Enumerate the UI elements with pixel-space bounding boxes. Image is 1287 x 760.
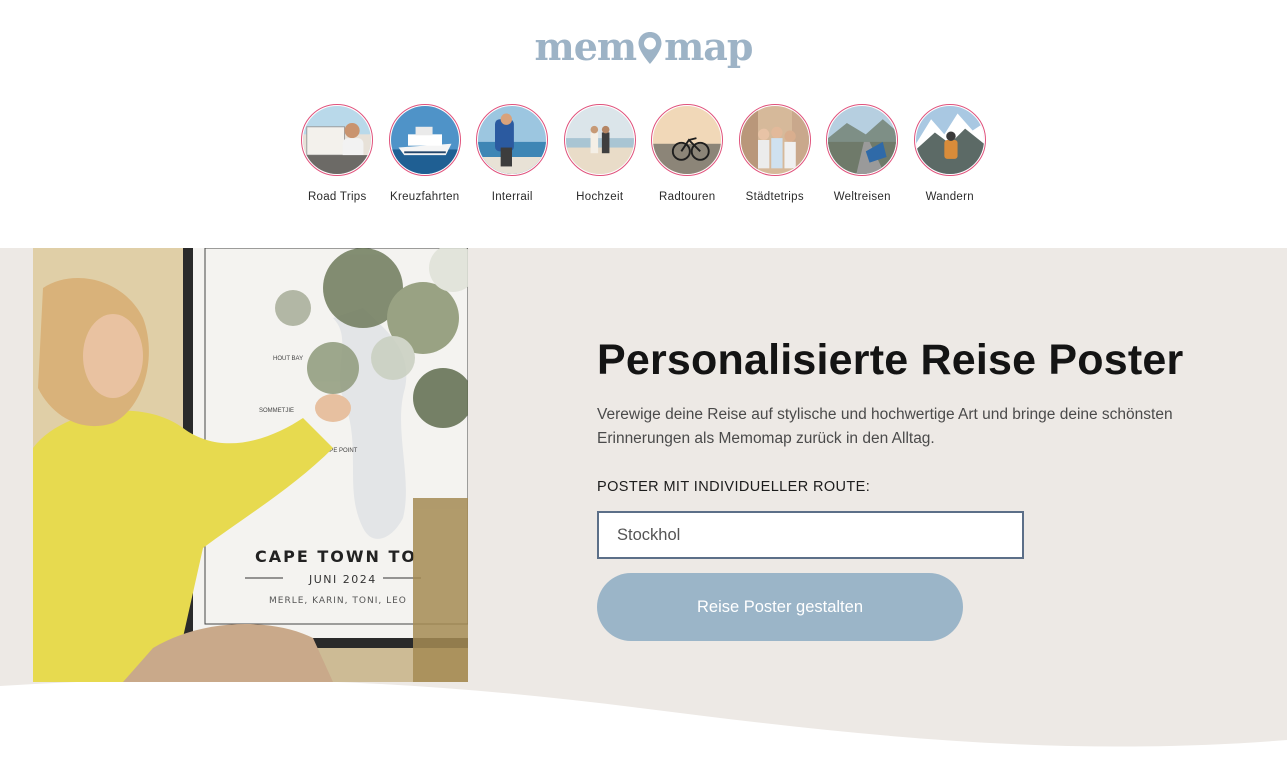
bike-photo-icon xyxy=(651,104,724,176)
road-trip-photo-icon xyxy=(301,104,374,176)
map-label-sommetjie: SOMMETJIE xyxy=(259,408,294,414)
category-label: Kreuzfahrten xyxy=(390,191,460,203)
wave-divider xyxy=(0,679,1287,760)
poster-names: MERLE, KARIN, TONI, LEO xyxy=(269,596,407,606)
category-label: Road Trips xyxy=(307,191,367,203)
category-staedtetrips[interactable]: Städtetrips xyxy=(737,104,812,203)
category-label: Städtetrips xyxy=(745,191,804,203)
logo-wordmark: mem map xyxy=(534,24,754,69)
world-travel-photo-icon xyxy=(826,104,899,176)
category-interrail[interactable]: Interrail xyxy=(475,104,550,203)
category-wandern[interactable]: Wandern xyxy=(912,104,987,203)
category-label: Hochzeit xyxy=(576,191,624,203)
hero-description: Verewige deine Reise auf stylische und h… xyxy=(597,406,1173,447)
memomap-logo[interactable]: mem map xyxy=(0,22,1287,72)
category-label: Radtouren xyxy=(659,191,716,203)
hiking-photo-icon xyxy=(913,104,986,176)
category-label: Interrail xyxy=(491,191,533,203)
category-radtouren[interactable]: Radtouren xyxy=(650,104,725,203)
interrail-photo-icon xyxy=(476,104,549,176)
route-input-label: POSTER MIT INDIVIDUELLER ROUTE: xyxy=(597,479,871,495)
city-trip-photo-icon xyxy=(738,104,811,176)
category-road-trips[interactable]: Road Trips xyxy=(300,104,375,203)
route-input[interactable] xyxy=(597,511,1024,559)
hero-photo: HOUT BAY SOMMETJIE CAPE POINT CAPE TOWN … xyxy=(33,248,468,682)
poster-title: CAPE TOWN TO xyxy=(255,547,417,566)
create-poster-button[interactable]: Reise Poster gestalten xyxy=(597,573,963,641)
category-label: Wandern xyxy=(925,191,974,203)
category-kreuzfahrten[interactable]: Kreuzfahrten xyxy=(387,104,462,203)
map-pin-icon xyxy=(637,32,663,64)
poster-date: JUNI 2024 xyxy=(308,573,377,586)
hero-title: Personalisierte Reise Poster xyxy=(597,336,1184,384)
map-label-hout-bay: HOUT BAY xyxy=(273,356,303,362)
category-weltreisen[interactable]: Weltreisen xyxy=(825,104,900,203)
wedding-photo-icon xyxy=(563,104,636,176)
category-nav: Road Trips Kreuzfahrten Interrail Hochze… xyxy=(0,104,1287,203)
category-hochzeit[interactable]: Hochzeit xyxy=(562,104,637,203)
cruise-photo-icon xyxy=(388,104,461,176)
category-label: Weltreisen xyxy=(833,191,891,203)
hero-section: HOUT BAY SOMMETJIE CAPE POINT CAPE TOWN … xyxy=(0,248,1287,760)
